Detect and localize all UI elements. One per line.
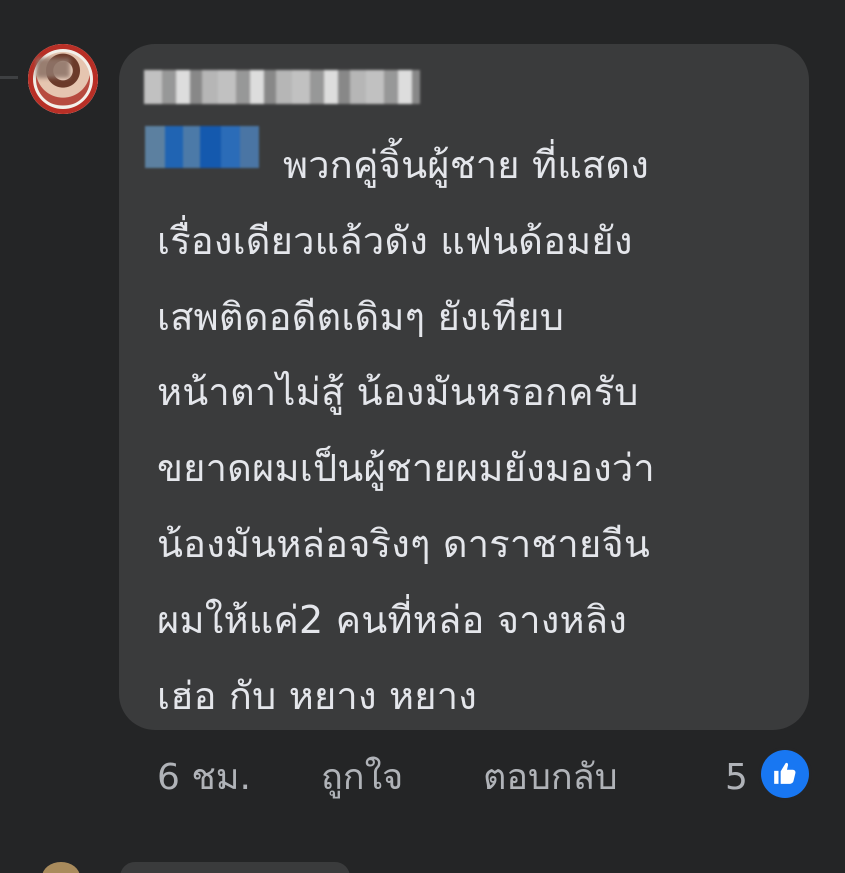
like-thumb-icon[interactable] xyxy=(761,750,809,798)
comment-line-2: เรื่องเดียวแล้วดัง แฟนด้อมยัง xyxy=(157,218,633,263)
comment-line-6: น้องมันหล่อจริงๆ ดาราชายจีน xyxy=(157,521,651,566)
avatar-blur xyxy=(36,58,70,78)
commenter-avatar[interactable] xyxy=(28,44,98,114)
comment-line-8: เฮ่อ กับ หยาง หยาง xyxy=(157,673,477,718)
comment-line-3: เสพติดอดีตเดิมๆ ยังเทียบ xyxy=(157,294,565,339)
comment-line-1: พวกคู่จิ้นผู้ชาย ที่แสดง xyxy=(283,143,649,187)
reply-action[interactable]: ตอบกลับ xyxy=(483,748,618,808)
comment-timestamp[interactable]: 6 ชม. xyxy=(157,748,251,808)
like-action[interactable]: ถูกใจ xyxy=(321,748,403,808)
comment-line-7: ผมให้แค่2 คนที่หล่อ จางหลิง xyxy=(157,597,628,642)
next-comment-bubble xyxy=(120,862,350,873)
reaction-count[interactable]: 5 xyxy=(725,748,748,808)
comment-text: พวกคู่จิ้นผู้ชาย ที่แสดง เรื่องเดียวแล้ว… xyxy=(157,128,797,734)
comment-line-5: ขยาดผมเป็นผู้ชายผมยังมองว่า xyxy=(157,446,655,491)
comment-screen: พวกคู่จิ้นผู้ชาย ที่แสดง เรื่องเดียวแล้ว… xyxy=(0,0,845,873)
comment-line-4: หน้าตาไม่สู้ น้องมันหรอกครับ xyxy=(157,370,639,415)
pixelated-commenter-name xyxy=(144,70,420,104)
next-comment-avatar[interactable] xyxy=(42,862,80,873)
thread-connector xyxy=(0,76,18,79)
comment-actions: 6 ชม. ถูกใจ ตอบกลับ 5 xyxy=(157,748,809,808)
